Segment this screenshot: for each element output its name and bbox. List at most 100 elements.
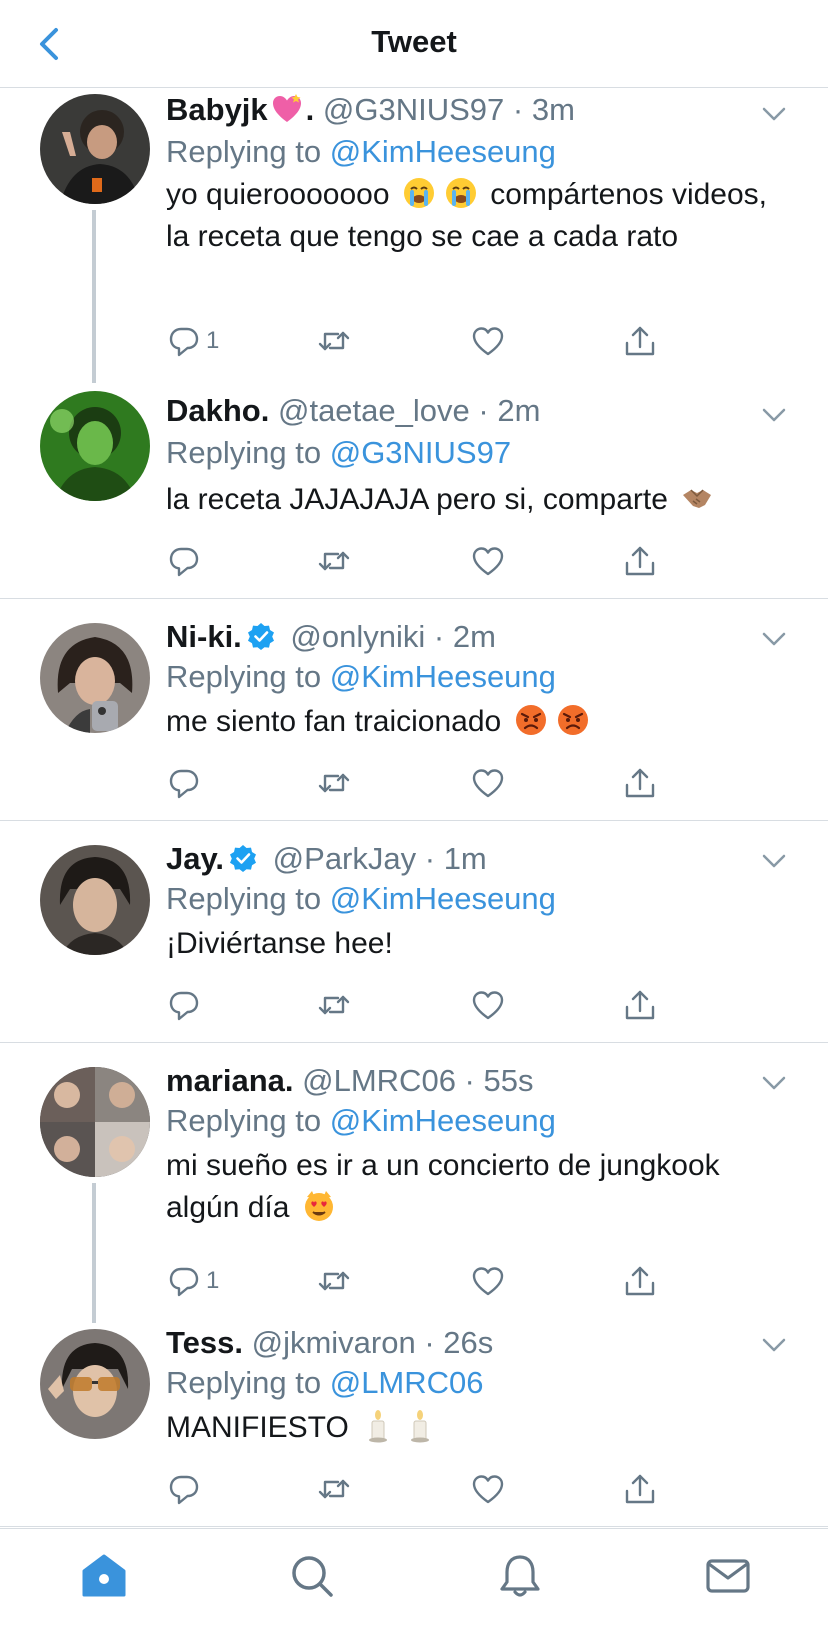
reply-icon [169,1475,199,1505]
retweet-button[interactable] [316,985,352,1025]
share-button[interactable] [622,321,658,361]
avatar[interactable] [40,845,150,955]
avatar[interactable] [40,623,150,733]
display-name[interactable]: Ni-ki. [166,619,242,654]
angry-face-icon [557,705,588,735]
retweet-icon [318,1271,350,1291]
user-handle[interactable]: @ParkJay [273,841,416,876]
share-button[interactable] [622,1469,658,1509]
mention-link[interactable]: @KimHeeseung [330,659,556,694]
avatar[interactable] [40,1067,150,1177]
display-name[interactable]: Dakho. [166,393,269,428]
reply-button[interactable] [166,985,202,1025]
timestamp: 1m [443,841,487,876]
tweet-text: yo quierooooooo compártenos videos, la r… [166,174,786,258]
mention-link[interactable]: @KimHeeseung [330,1103,556,1138]
tweet[interactable]: mariana. @LMRC06 · 55s Replying to @KimH… [0,1043,828,1323]
reply-button[interactable] [166,541,202,581]
retweet-button[interactable] [316,1469,352,1509]
replying-to-label: Replying to [166,1103,322,1138]
user-handle[interactable]: @G3NIUS97 [323,92,504,127]
like-button[interactable] [470,1261,506,1301]
retweet-button[interactable] [316,321,352,361]
more-options-button[interactable] [760,100,788,128]
chevron-down-icon [762,408,786,422]
tweet-text-part: ¡Diviértanse hee! [166,927,393,960]
user-handle[interactable]: @LMRC06 [302,1063,456,1098]
reply-button[interactable]: 1 [166,321,219,361]
reply-button[interactable] [166,763,202,803]
display-name[interactable]: Tess. [166,1325,243,1360]
share-button[interactable] [622,541,658,581]
avatar[interactable] [40,391,150,501]
tweet-text: me siento fan traicionado [166,701,786,743]
like-button[interactable] [470,763,506,803]
display-name[interactable]: Babyjk [166,92,268,127]
mention-link[interactable]: @LMRC06 [330,1365,484,1400]
tab-search[interactable] [287,1551,337,1601]
mention-link[interactable]: @G3NIUS97 [330,435,511,470]
share-button[interactable] [622,1261,658,1301]
tweet-actions: 1 [166,1261,666,1301]
retweet-button[interactable] [316,1261,352,1301]
retweet-button[interactable] [316,763,352,803]
replying-to: Replying to @KimHeeseung [166,1103,556,1139]
avatar[interactable] [40,94,150,204]
reply-count: 1 [206,1267,220,1294]
replies-list: Babyjk. @G3NIUS97 · 3m Replying to @KimH… [0,88,828,1527]
tweet-actions [166,541,666,581]
timestamp: 26s [443,1325,494,1360]
loudly-crying-face-icon [445,178,476,208]
replying-to-label: Replying to [166,435,322,470]
like-button[interactable] [470,985,506,1025]
replying-to: Replying to @KimHeeseung [166,659,556,695]
tweet-text: mi sueño es ir a un concierto de jungkoo… [166,1145,786,1229]
share-button[interactable] [622,985,658,1025]
tweet-text-part: me siento fan traicionado [166,705,510,738]
tab-messages[interactable] [703,1551,753,1601]
handshake-icon [683,489,712,508]
user-handle[interactable]: @onlyniki [290,619,425,654]
replying-to-label: Replying to [166,881,322,916]
avatar[interactable] [40,1329,150,1439]
tab-home[interactable] [79,1551,129,1601]
more-options-button[interactable] [760,401,788,429]
mention-link[interactable]: @KimHeeseung [330,881,556,916]
share-button[interactable] [622,763,658,803]
display-name[interactable]: Jay. [166,841,224,876]
reply-button[interactable]: 1 [166,1261,219,1301]
search-icon [292,1556,333,1597]
retweet-button[interactable] [316,541,352,581]
heart-icon [472,991,504,1020]
reply-icon [169,991,199,1021]
avatar-image [40,845,150,955]
avatar-image [40,1067,150,1177]
more-options-button[interactable] [760,1069,788,1097]
chevron-down-icon [762,1338,786,1352]
display-name[interactable]: mariana. [166,1063,294,1098]
tweet-actions: 1 [166,321,666,361]
tweet-text-part: la receta JAJAJAJA pero si, comparte [166,483,677,516]
user-handle[interactable]: @taetae_love [278,393,470,428]
tweet[interactable]: Babyjk. @G3NIUS97 · 3m Replying to @KimH… [0,88,828,383]
share-icon [625,546,655,576]
like-button[interactable] [470,321,506,361]
tweet[interactable]: Tess. @jkmivaron · 26s Replying to @LMRC… [0,1323,828,1527]
like-button[interactable] [470,541,506,581]
like-button[interactable] [470,1469,506,1509]
chevron-down-icon [762,632,786,646]
heart-icon [472,769,504,798]
replying-to-label: Replying to [166,1365,322,1400]
tweet[interactable]: Dakho. @taetae_love · 2m Replying to @G3… [0,383,828,599]
mention-link[interactable]: @KimHeeseung [330,134,556,169]
user-handle[interactable]: @jkmivaron [252,1325,416,1360]
more-options-button[interactable] [760,625,788,653]
reply-button[interactable] [166,1469,202,1509]
separator-dot: · [416,841,444,876]
more-options-button[interactable] [760,847,788,875]
tweet[interactable]: Ni-ki. @onlyniki · 2m Replying to @KimHe… [0,599,828,821]
more-options-button[interactable] [760,1331,788,1359]
tab-notifications[interactable] [495,1551,545,1601]
page-title: Tweet [371,24,457,59]
tweet[interactable]: Jay. @ParkJay · 1m Replying to @KimHeese… [0,821,828,1043]
